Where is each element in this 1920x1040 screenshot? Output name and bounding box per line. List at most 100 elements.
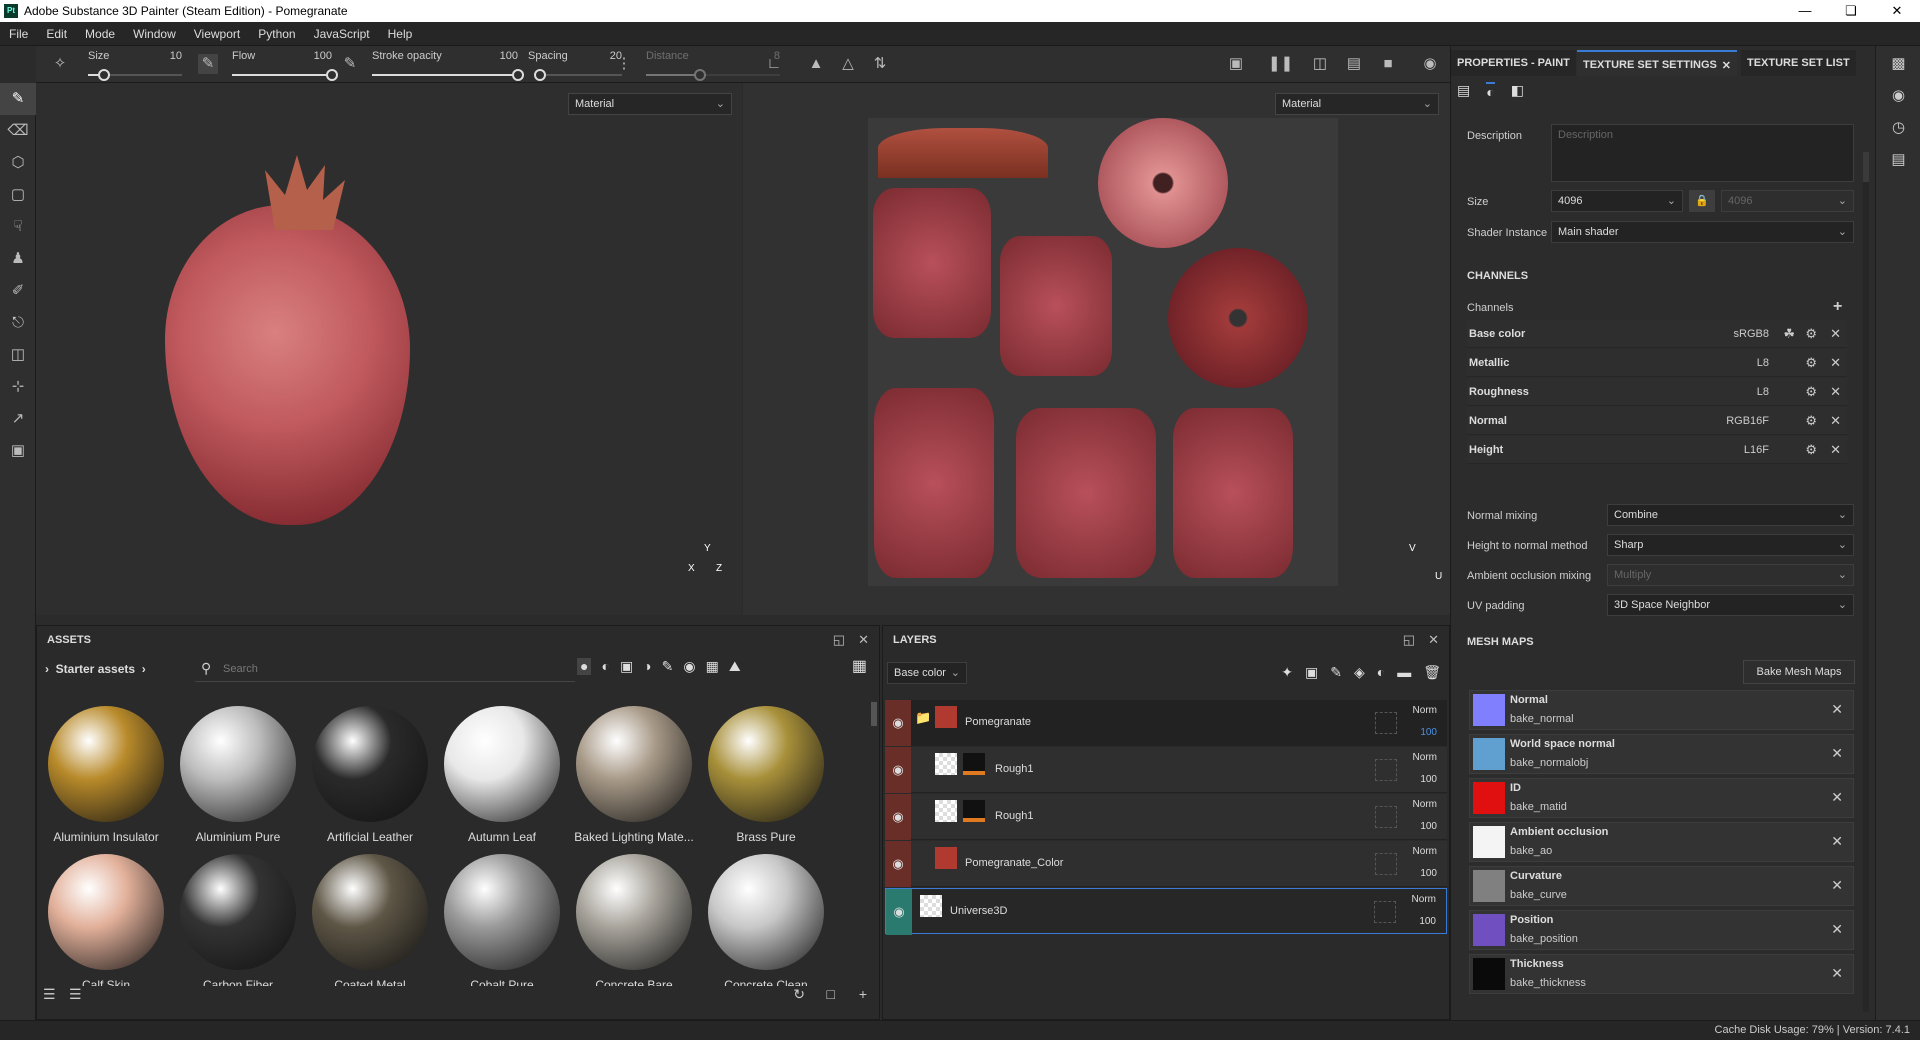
- description-input[interactable]: Description: [1551, 124, 1854, 182]
- slider-track[interactable]: [232, 69, 338, 81]
- flow-value[interactable]: 100: [314, 50, 332, 62]
- geometry-mask-icon[interactable]: ◫: [0, 339, 36, 371]
- visibility-eye-icon[interactable]: ◉: [885, 794, 911, 840]
- menu-edit[interactable]: Edit: [37, 27, 76, 41]
- search-input[interactable]: Search: [223, 663, 258, 675]
- asset-item[interactable]: Carbon Fiber: [173, 854, 303, 986]
- remove-mesh-map-icon[interactable]: ✕: [1831, 789, 1843, 806]
- camera-icon[interactable]: ■: [1378, 54, 1398, 74]
- remove-channel-icon[interactable]: ✕: [1830, 355, 1841, 371]
- mesh-map-slot[interactable]: Curvature bake_curve ✕: [1469, 866, 1854, 906]
- layer-row[interactable]: ◉ 📁 Pomegranate Norm 100: [885, 700, 1447, 746]
- maximize-button[interactable]: ❏: [1828, 0, 1874, 22]
- menu-file[interactable]: File: [0, 27, 37, 41]
- opacity-value[interactable]: 100: [1420, 821, 1437, 832]
- paint-tool-icon[interactable]: ✎: [0, 83, 36, 115]
- hide-ui-icon[interactable]: ▣: [1226, 54, 1246, 74]
- display-mode-icon[interactable]: ▤: [1344, 54, 1364, 74]
- close-assets-icon[interactable]: ✕: [858, 632, 869, 648]
- layer-name[interactable]: Rough1: [995, 763, 1034, 775]
- symmetry-settings-icon[interactable]: △: [838, 54, 858, 74]
- opacity-value[interactable]: 100: [1420, 774, 1437, 785]
- slider-track[interactable]: [88, 69, 182, 81]
- close-layers-icon[interactable]: ✕: [1428, 632, 1439, 648]
- textures-filter-icon[interactable]: ▦: [706, 658, 719, 675]
- setting-select[interactable]: Sharp ⌄: [1607, 534, 1854, 556]
- mesh-map-slot[interactable]: ID bake_matid ✕: [1469, 778, 1854, 818]
- channel-format[interactable]: L8: [1757, 357, 1769, 369]
- channel-format[interactable]: RGB16F: [1726, 415, 1769, 427]
- mesh-map-slot[interactable]: Position bake_position ✕: [1469, 910, 1854, 950]
- environments-filter-icon[interactable]: ⛰: [729, 658, 741, 675]
- add-paint-layer-icon[interactable]: ✎: [1330, 664, 1342, 681]
- color-space-icon[interactable]: ☘: [1783, 326, 1795, 342]
- opacity-value[interactable]: 100: [1419, 916, 1436, 927]
- menu-help[interactable]: Help: [379, 27, 422, 41]
- import-icon[interactable]: +: [859, 986, 867, 1002]
- remove-mesh-map-icon[interactable]: ✕: [1831, 965, 1843, 982]
- transform-icon[interactable]: ⇅: [870, 54, 890, 74]
- tab-texture-set-settings[interactable]: TEXTURE SET SETTINGS ✕: [1577, 50, 1737, 76]
- size-select[interactable]: 4096 ⌄: [1551, 190, 1683, 212]
- asset-item[interactable]: Autumn Leaf: [437, 706, 567, 844]
- channel-row[interactable]: Height L16F ⚙ ✕: [1467, 436, 1847, 464]
- remove-mesh-map-icon[interactable]: ✕: [1831, 833, 1843, 850]
- asset-item[interactable]: Concrete Clean: [701, 854, 831, 986]
- tab-properties-paint[interactable]: PROPERTIES - PAINT: [1451, 50, 1576, 76]
- layer-name[interactable]: Pomegranate: [965, 716, 1031, 728]
- smudge-tool-icon[interactable]: ☟: [0, 211, 36, 243]
- minimize-button[interactable]: —: [1782, 0, 1828, 22]
- path-icon[interactable]: ↗: [0, 403, 36, 435]
- channel-settings-icon[interactable]: ⚙: [1805, 326, 1817, 342]
- add-smart-mask-icon[interactable]: ◐: [1377, 664, 1385, 681]
- channel-format[interactable]: L16F: [1744, 444, 1769, 456]
- blend-mode-select[interactable]: Norm: [1413, 752, 1437, 763]
- shader-icon[interactable]: ◐: [1486, 82, 1495, 100]
- channel-settings-icon[interactable]: ⚙: [1805, 384, 1817, 400]
- clone-tool-icon[interactable]: ♟: [0, 243, 36, 275]
- add-effect-icon[interactable]: ✦: [1281, 664, 1293, 681]
- bake-icon[interactable]: ⎋: [0, 307, 36, 339]
- right-panel-scrollbar[interactable]: [1863, 152, 1869, 1012]
- slider-handle[interactable]: [97, 69, 110, 81]
- blend-mode-select[interactable]: Norm: [1413, 799, 1437, 810]
- remove-mesh-map-icon[interactable]: ✕: [1831, 877, 1843, 894]
- channel-select[interactable]: Base color ⌄: [887, 662, 967, 684]
- pen-pressure-icon-2[interactable]: ✎: [340, 54, 360, 74]
- layer-row[interactable]: ◉ Rough1 Norm 100: [885, 747, 1447, 793]
- mesh-map-slot[interactable]: Ambient occlusion bake_ao ✕: [1469, 822, 1854, 862]
- assets-breadcrumb[interactable]: › Starter assets ›: [45, 662, 146, 676]
- render-icon[interactable]: ▣: [0, 435, 36, 467]
- tab-texture-set-list[interactable]: TEXTURE SET LIST: [1741, 50, 1856, 76]
- lazy-mouse-icon[interactable]: ⋮: [614, 54, 634, 74]
- bake-mesh-maps-button[interactable]: Bake Mesh Maps: [1743, 660, 1855, 684]
- slider-track[interactable]: [534, 69, 622, 81]
- channel-format[interactable]: L8: [1757, 386, 1769, 398]
- remove-mesh-map-icon[interactable]: ✕: [1831, 745, 1843, 762]
- history-icon[interactable]: ◷: [1876, 112, 1920, 144]
- channel-row[interactable]: Normal RGB16F ⚙ ✕: [1467, 407, 1847, 435]
- symmetry-icon[interactable]: ▲: [806, 54, 826, 74]
- undock-icon[interactable]: ◱: [1403, 632, 1415, 648]
- layer-row[interactable]: ◉ Universe3D Norm 100: [885, 888, 1447, 935]
- channel-settings-icon[interactable]: ⚙: [1805, 355, 1817, 371]
- channel-row[interactable]: Base color sRGB8 ☘ ⚙ ✕: [1467, 320, 1847, 348]
- screenshot-icon[interactable]: ◉: [1420, 54, 1440, 74]
- channel-settings-icon[interactable]: ⚙: [1805, 442, 1817, 458]
- viewport-uv-mode-select[interactable]: Material ⌄: [1275, 93, 1439, 115]
- blend-mode-select[interactable]: Norm: [1412, 894, 1436, 905]
- setting-select[interactable]: 3D Space Neighbor ⌄: [1607, 594, 1854, 616]
- add-channel-icon[interactable]: +: [1833, 298, 1842, 316]
- close-tab-icon[interactable]: ✕: [1722, 59, 1731, 72]
- add-mask-icon[interactable]: ▣: [1305, 664, 1318, 681]
- pen-pressure-icon[interactable]: ✎: [198, 54, 218, 74]
- remove-channel-icon[interactable]: ✕: [1830, 326, 1841, 342]
- menu-window[interactable]: Window: [124, 27, 185, 41]
- line-mode-icon[interactable]: ∟: [764, 54, 784, 74]
- color-picker-icon[interactable]: ✐: [0, 275, 36, 307]
- lock-icon[interactable]: 🔒: [1689, 190, 1715, 212]
- texture-set-icon[interactable]: ▤: [1457, 82, 1470, 100]
- opacity-value[interactable]: 100: [1420, 727, 1437, 738]
- materials-filter-icon[interactable]: ●: [577, 658, 592, 675]
- slider-track[interactable]: [372, 69, 524, 81]
